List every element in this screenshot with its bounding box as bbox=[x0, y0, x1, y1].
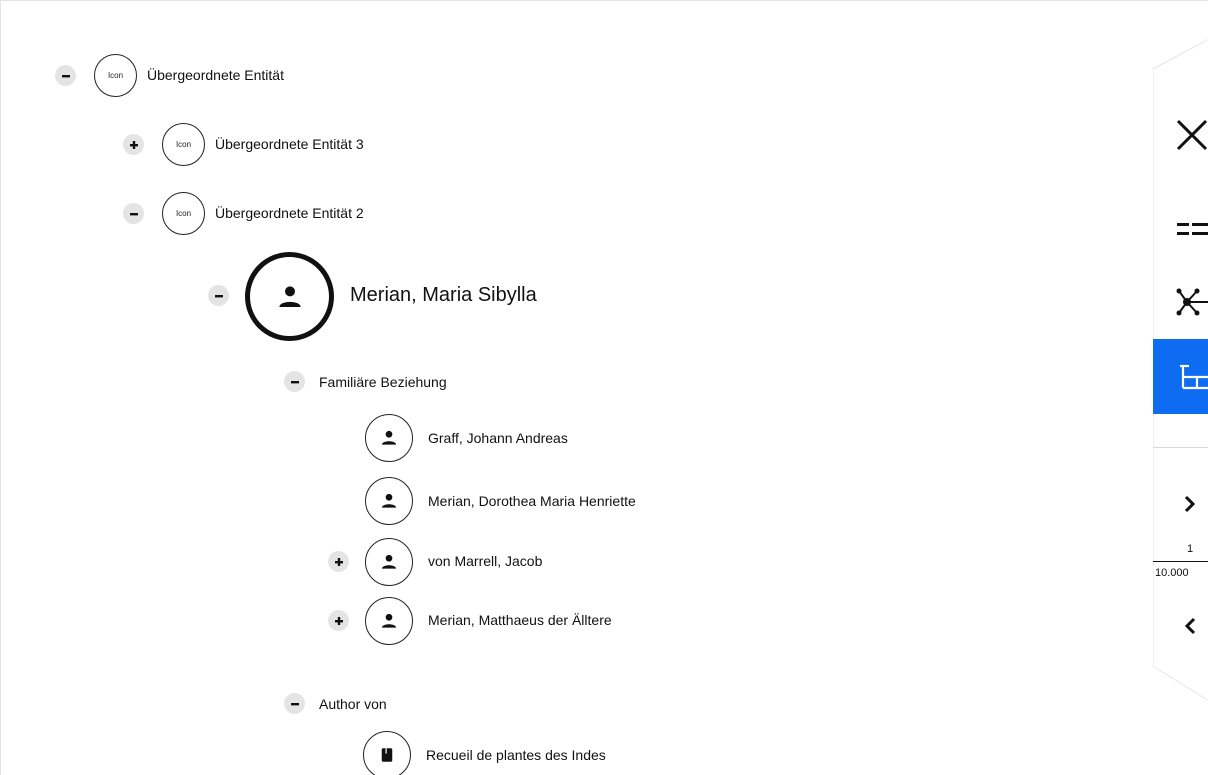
category-label-author: Author von bbox=[319, 696, 387, 712]
minus-icon bbox=[129, 212, 138, 215]
person-avatar-marrell bbox=[365, 538, 413, 586]
person-avatar-graff bbox=[365, 414, 413, 462]
previous-page-button[interactable] bbox=[1153, 611, 1208, 641]
collapse-toggle-focus[interactable] bbox=[208, 285, 229, 306]
minus-icon bbox=[290, 702, 299, 705]
icon-placeholder-text: Icon bbox=[107, 71, 124, 80]
minus-icon bbox=[290, 380, 299, 383]
person-label-marrell[interactable]: von Marrell, Jacob bbox=[428, 553, 542, 569]
expand-toggle-marrell[interactable] bbox=[328, 551, 349, 572]
collapse-toggle-root[interactable] bbox=[55, 65, 76, 86]
next-page-button[interactable] bbox=[1153, 489, 1208, 519]
network-view-button[interactable] bbox=[1153, 280, 1208, 324]
list-view-button[interactable] bbox=[1153, 209, 1208, 249]
entity-icon-parent3: Icon bbox=[162, 123, 205, 166]
minus-icon bbox=[61, 74, 70, 77]
person-icon bbox=[381, 613, 397, 628]
entity-icon-parent2: Icon bbox=[162, 192, 205, 235]
pager-current-page: 1 bbox=[1187, 543, 1194, 555]
pager-total-pages: 10.000 bbox=[1155, 567, 1189, 579]
collapse-toggle-author[interactable] bbox=[284, 693, 305, 714]
person-avatar-dorothea bbox=[365, 477, 413, 525]
node-label-parent3[interactable]: Übergeordnete Entität 3 bbox=[215, 136, 364, 152]
person-label-graff[interactable]: Graff, Johann Andreas bbox=[428, 430, 568, 446]
focus-person-avatar bbox=[245, 252, 334, 341]
plus-icon bbox=[334, 616, 343, 625]
person-icon bbox=[278, 285, 301, 307]
side-panel-divider bbox=[1153, 447, 1208, 448]
entity-icon-root: Icon bbox=[94, 54, 137, 97]
icon-placeholder-text: Icon bbox=[175, 140, 192, 149]
collapse-toggle-family[interactable] bbox=[284, 371, 305, 392]
person-icon bbox=[381, 554, 397, 569]
category-label-family: Familiäre Beziehung bbox=[319, 374, 447, 390]
close-button[interactable] bbox=[1153, 109, 1208, 161]
node-label-root[interactable]: Übergeordnete Entität bbox=[147, 67, 284, 83]
book-icon bbox=[381, 748, 393, 762]
chevron-right-icon bbox=[1184, 495, 1196, 513]
work-label-recueil[interactable]: Recueil de plantes des Indes bbox=[426, 747, 606, 763]
tree-view: Icon Übergeordnete Entität Icon Übergeor… bbox=[0, 0, 1208, 775]
plus-icon bbox=[334, 557, 343, 566]
expand-toggle-matthaeus[interactable] bbox=[328, 610, 349, 631]
icon-placeholder-text: Icon bbox=[175, 209, 192, 218]
tree-hierarchy-icon bbox=[1180, 364, 1208, 389]
tree-view-button[interactable] bbox=[1153, 339, 1208, 414]
chevron-left-icon bbox=[1184, 617, 1196, 635]
expand-toggle-parent3[interactable] bbox=[123, 134, 144, 155]
person-icon bbox=[381, 493, 397, 508]
side-toolbar: 1 10.000 bbox=[1153, 1, 1208, 775]
collapse-toggle-parent2[interactable] bbox=[123, 203, 144, 224]
work-avatar-recueil bbox=[363, 731, 411, 775]
list-icon bbox=[1177, 223, 1208, 235]
focus-entity-title: Merian, Maria Sibylla bbox=[350, 284, 537, 306]
network-graph-icon bbox=[1176, 288, 1208, 316]
pager-divider bbox=[1153, 561, 1208, 562]
person-label-dorothea[interactable]: Merian, Dorothea Maria Henriette bbox=[428, 493, 636, 509]
minus-icon bbox=[214, 294, 223, 297]
close-icon bbox=[1176, 119, 1208, 151]
person-avatar-matthaeus bbox=[365, 597, 413, 645]
person-icon bbox=[381, 430, 397, 445]
person-label-matthaeus[interactable]: Merian, Matthaeus der Älltere bbox=[428, 612, 612, 628]
plus-icon bbox=[129, 140, 138, 149]
node-label-parent2[interactable]: Übergeordnete Entität 2 bbox=[215, 205, 364, 221]
